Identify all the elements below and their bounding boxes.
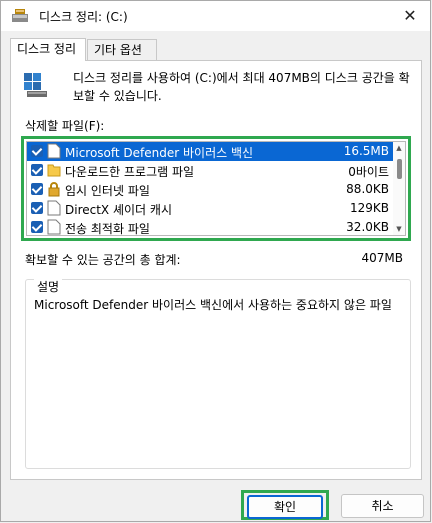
- file-size: 16.5MB: [343, 144, 389, 158]
- intro-text: 디스크 정리를 사용하여 (C:)에서 최대 407MB의 디스크 공간을 확보…: [73, 71, 410, 103]
- file-icon: [47, 219, 61, 235]
- checkbox[interactable]: [31, 183, 43, 195]
- disk-cleanup-window: 디스크 정리: (C:) ✕ 디스크 정리 기타 옵션 디스크 정리를 사용하여…: [0, 0, 431, 522]
- lock-icon: [47, 181, 61, 197]
- description-text: Microsoft Defender 바이러스 백신에서 사용하는 중요하지 않…: [34, 298, 392, 312]
- close-button[interactable]: ✕: [398, 4, 422, 28]
- file-name: 다운로드한 프로그램 파일: [65, 165, 195, 179]
- scroll-thumb[interactable]: [397, 159, 402, 179]
- list-item[interactable]: 임시 인터넷 파일 88.0KB: [27, 180, 393, 199]
- list-item[interactable]: DirectX 셰이더 캐시 129KB: [27, 199, 393, 218]
- checkbox[interactable]: [31, 145, 43, 157]
- list-item[interactable]: 전송 최적화 파일 32.0KB: [27, 218, 393, 236]
- highlight-frame-list: Microsoft Defender 바이러스 백신 16.5MB 다운로드한 …: [21, 136, 411, 241]
- checkbox[interactable]: [31, 164, 43, 176]
- checkbox[interactable]: [31, 202, 43, 214]
- file-size: 129KB: [349, 201, 389, 215]
- title-bar: 디스크 정리: (C:) ✕: [1, 1, 430, 31]
- highlight-frame-ok: 확인: [241, 490, 329, 520]
- file-size: 32.0KB: [346, 220, 389, 234]
- tab-more-options[interactable]: 기타 옵션: [87, 39, 157, 60]
- scrollbar[interactable]: ▲ ▼: [393, 142, 405, 235]
- tab-panel: 디스크 정리를 사용하여 (C:)에서 최대 407MB의 디스크 공간을 확보…: [10, 60, 422, 480]
- total-space-label: 확보할 수 있는 공간의 총 합계:: [25, 253, 181, 267]
- ok-button[interactable]: 확인: [247, 495, 323, 519]
- cancel-button[interactable]: 취소: [341, 494, 424, 518]
- file-icon: [47, 143, 61, 159]
- file-icon: [47, 200, 61, 216]
- file-name: Microsoft Defender 바이러스 백신: [65, 146, 254, 160]
- scroll-down-icon[interactable]: ▼: [395, 225, 403, 233]
- file-name: 전송 최적화 파일: [65, 222, 150, 236]
- folder-icon: [47, 162, 61, 178]
- description-group: 설명 Microsoft Defender 바이러스 백신에서 사용하는 중요하…: [25, 278, 411, 469]
- tab-disk-cleanup[interactable]: 디스크 정리: [10, 38, 86, 61]
- total-space-value: 407MB: [361, 251, 404, 265]
- list-item[interactable]: Microsoft Defender 바이러스 백신 16.5MB: [27, 142, 393, 161]
- file-size: 0바이트: [348, 165, 389, 179]
- description-title: 설명: [34, 278, 63, 295]
- list-item[interactable]: 다운로드한 프로그램 파일 0바이트: [27, 161, 393, 180]
- drive-icon: [23, 71, 49, 99]
- window-title: 디스크 정리: (C:): [39, 10, 128, 24]
- file-size: 88.0KB: [346, 182, 389, 196]
- files-to-delete-label: 삭제할 파일(F):: [25, 119, 105, 133]
- file-name: 임시 인터넷 파일: [65, 184, 150, 198]
- scroll-up-icon[interactable]: ▲: [395, 144, 403, 152]
- file-list[interactable]: Microsoft Defender 바이러스 백신 16.5MB 다운로드한 …: [26, 141, 406, 236]
- checkbox[interactable]: [31, 221, 43, 233]
- file-name: DirectX 셰이더 캐시: [65, 203, 172, 217]
- disk-cleanup-icon: [11, 8, 29, 24]
